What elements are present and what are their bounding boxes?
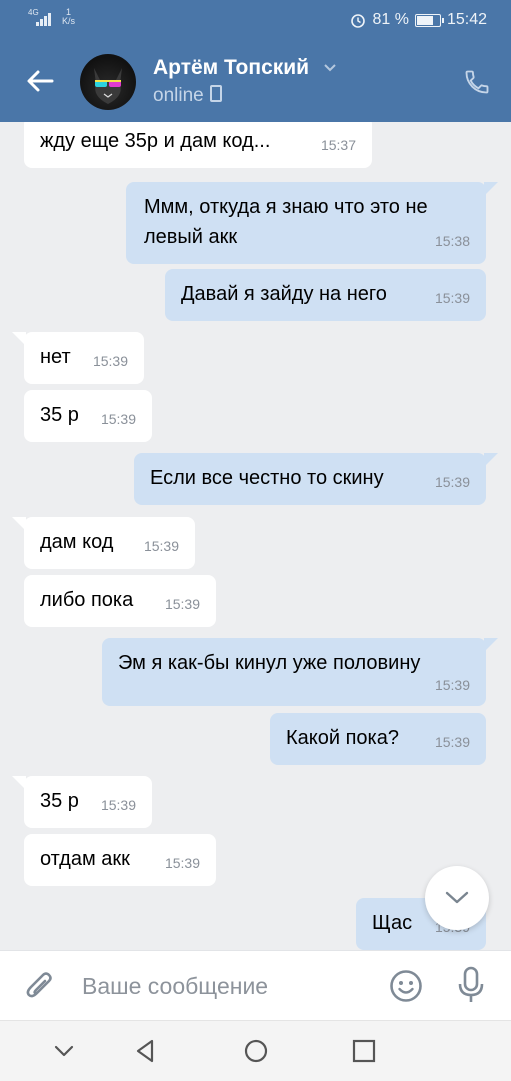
clock: 15:42 (446, 11, 487, 28)
mobile-icon (209, 85, 222, 102)
network-speed: 1 K/s (62, 8, 75, 26)
status-right: 81 % 15:42 (350, 11, 487, 29)
smile-icon[interactable] (389, 969, 423, 1003)
message-list[interactable]: жду еще 35р и дам код... 15:37 Ммм, отку… (0, 122, 511, 950)
avatar-cat-image (94, 68, 122, 104)
message-text: Какой пока? (286, 727, 399, 749)
message-text: Эм я как-бы кинул уже половину (118, 652, 421, 674)
message-time: 15:39 (143, 538, 179, 554)
message-time: 15:39 (100, 411, 136, 427)
signal-icon (36, 13, 51, 26)
message-time: 15:39 (434, 677, 470, 693)
speed-unit: K/s (62, 16, 76, 26)
hide-keyboard-chevron-icon[interactable] (50, 1037, 78, 1065)
battery-icon (414, 13, 444, 27)
message-text: 35 р (40, 790, 79, 812)
system-navigation-bar (0, 1020, 511, 1081)
message-incoming[interactable]: 35 р 15:39 (24, 390, 152, 442)
message-text: Давай я зайду на него (181, 283, 387, 305)
alarm-icon (351, 14, 366, 28)
message-outgoing[interactable]: Эм я как-бы кинул уже половину 15:39 (102, 638, 486, 706)
message-time: 15:39 (164, 855, 200, 871)
contact-name: Артём Топский (153, 56, 310, 79)
message-incoming[interactable]: дам код 15:39 (24, 517, 195, 569)
message-composer (0, 950, 511, 1021)
avatar[interactable] (80, 54, 136, 110)
message-time: 15:38 (434, 233, 470, 249)
battery-percent: 81 % (372, 11, 409, 28)
message-outgoing[interactable]: Давай я зайду на него 15:39 (165, 269, 486, 321)
back-arrow-icon[interactable] (24, 64, 58, 98)
message-incoming[interactable]: нет 15:39 (24, 332, 144, 384)
message-incoming[interactable]: 35 р 15:39 (24, 776, 152, 828)
message-text: Щас (372, 912, 413, 934)
message-text: либо пока (40, 589, 134, 611)
bubble-tail (484, 638, 498, 652)
phone-icon[interactable] (463, 68, 491, 96)
message-outgoing[interactable]: Ммм, откуда я знаю что это не левый акк … (126, 182, 486, 264)
contact-name-row[interactable]: Артём Топский (153, 56, 337, 80)
message-time: 15:39 (100, 797, 136, 813)
microphone-icon[interactable] (456, 966, 486, 1004)
message-time: 15:39 (434, 474, 470, 490)
message-input[interactable] (80, 967, 374, 1005)
status-bar: 4G 1 K/s 81 % 15:42 (0, 0, 511, 40)
message-outgoing[interactable]: Если все честно то скину 15:39 (134, 453, 486, 505)
message-incoming[interactable]: либо пока 15:39 (24, 575, 216, 627)
message-time: 15:39 (434, 290, 470, 306)
message-outgoing[interactable]: Какой пока? 15:39 (270, 713, 486, 765)
message-incoming[interactable]: жду еще 35р и дам код... 15:37 (24, 122, 372, 168)
nav-back-icon[interactable] (132, 1037, 160, 1065)
bubble-tail (484, 453, 498, 467)
nav-home-icon[interactable] (242, 1037, 270, 1065)
message-time: 15:39 (92, 353, 128, 369)
chat-header: Артём Топский online (0, 40, 511, 122)
message-text: Ммм, откуда я знаю что это не левый акк (144, 196, 428, 248)
message-text: отдам акк (40, 848, 130, 870)
message-text: жду еще 35р и дам код... (40, 130, 271, 152)
paperclip-icon[interactable] (24, 969, 56, 1003)
contact-status: online (153, 85, 204, 106)
nav-recents-icon[interactable] (350, 1037, 378, 1065)
message-text: нет (40, 346, 71, 368)
message-text: 35 р (40, 404, 79, 426)
message-text: дам код (40, 531, 114, 553)
contact-status-row: online (153, 85, 222, 107)
chevron-down-icon (445, 891, 469, 904)
chevron-down-icon (324, 64, 336, 72)
message-incoming[interactable]: отдам акк 15:39 (24, 834, 216, 886)
message-time: 15:39 (434, 734, 470, 750)
bubble-tail (484, 182, 498, 196)
scroll-to-bottom-button[interactable] (425, 866, 489, 930)
message-text: Если все честно то скину (150, 467, 384, 489)
message-time: 15:39 (164, 596, 200, 612)
message-time: 15:37 (320, 137, 356, 153)
